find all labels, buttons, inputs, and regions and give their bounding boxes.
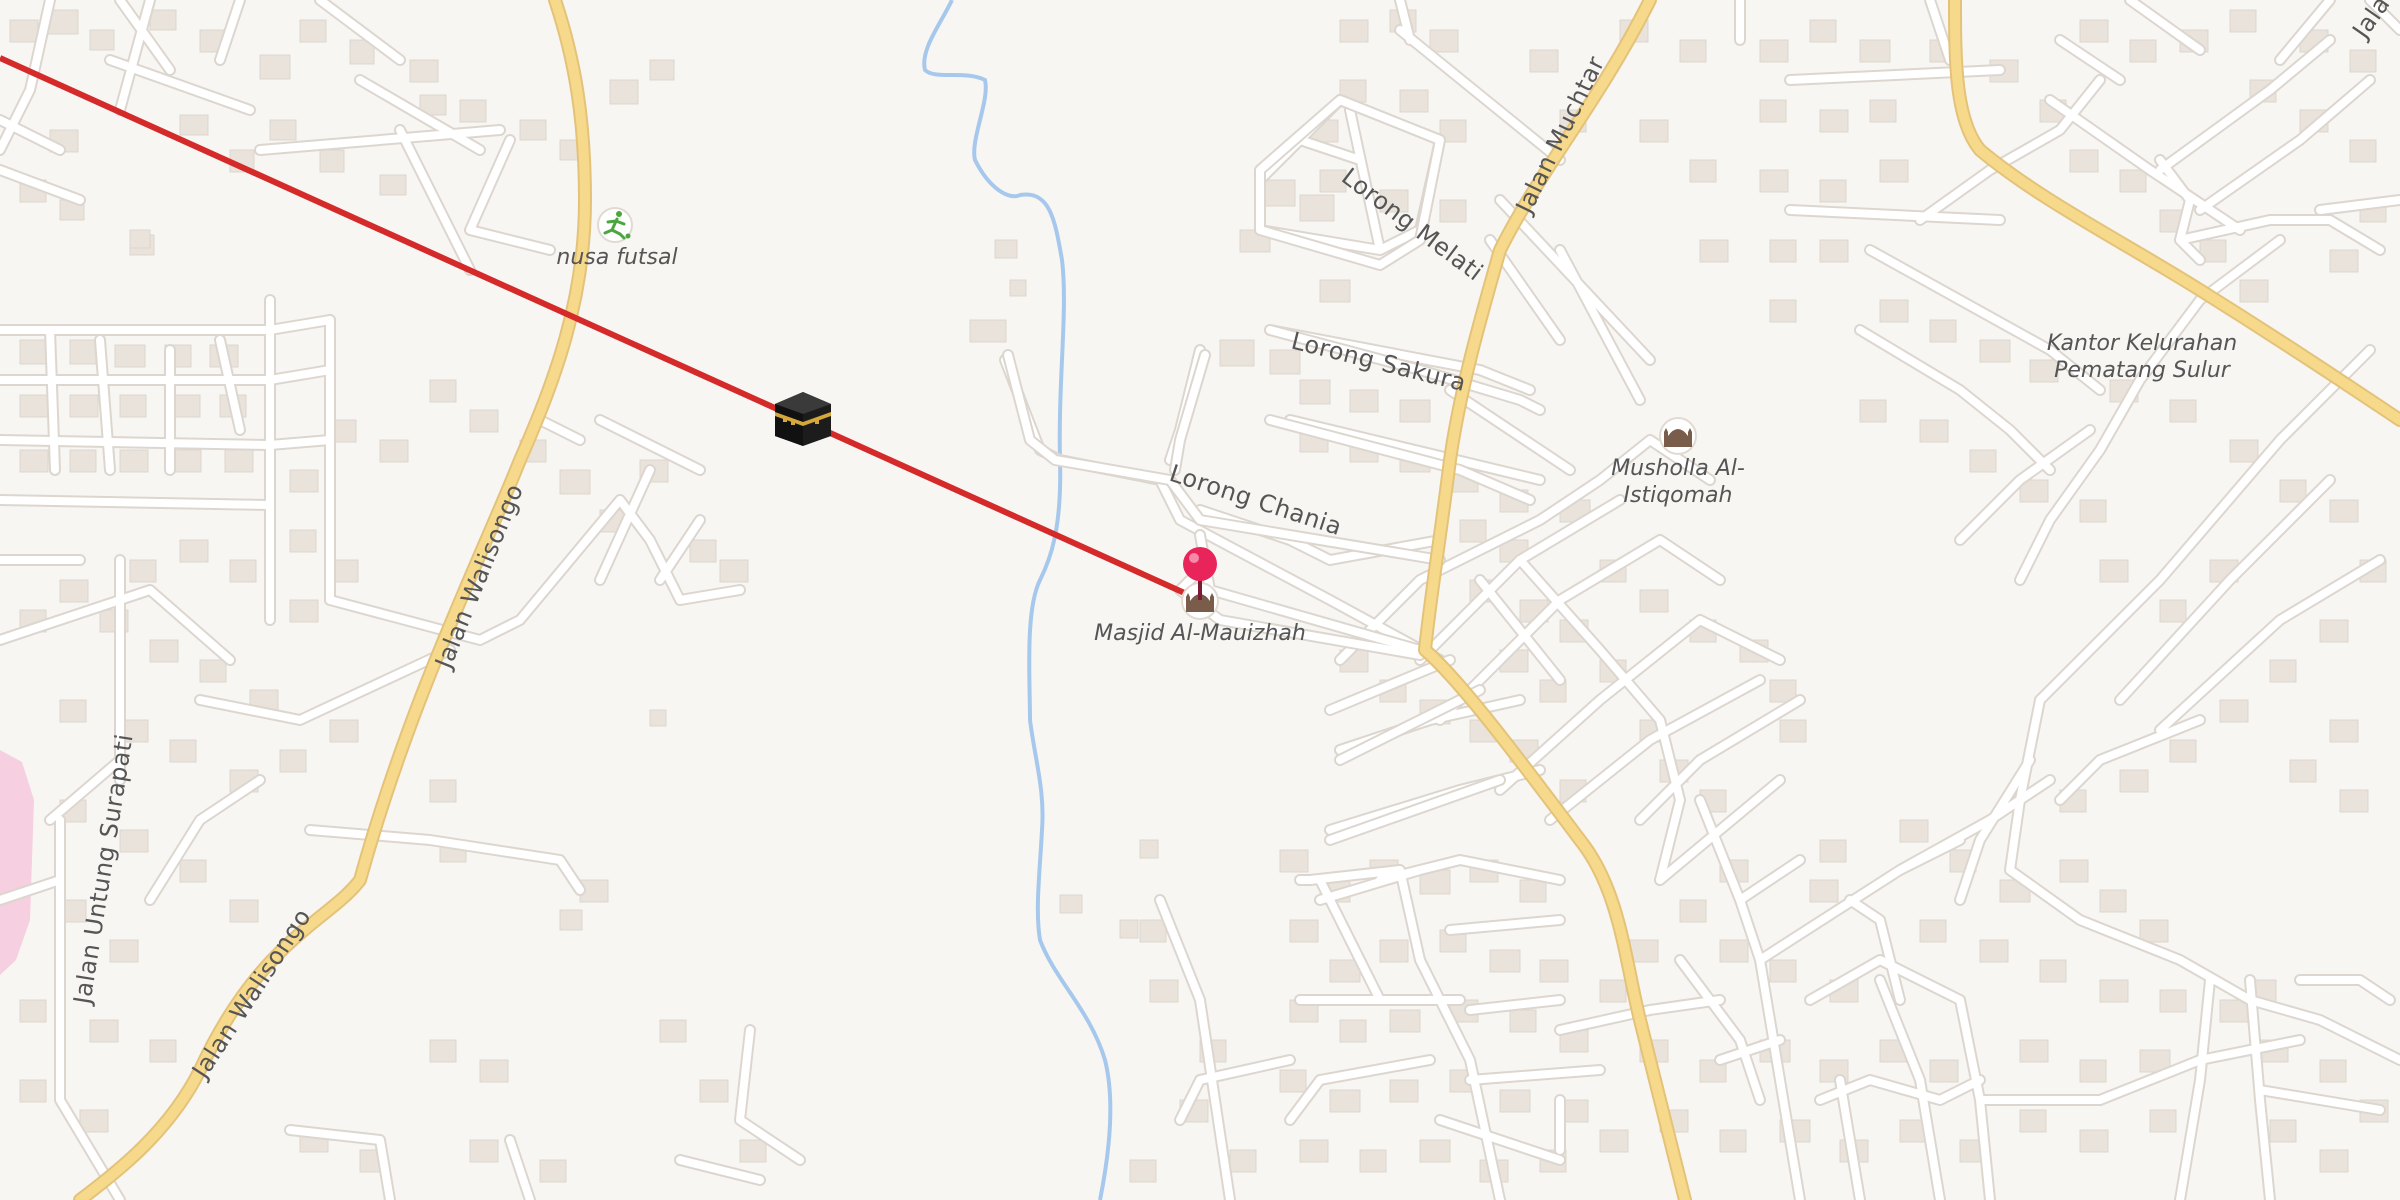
road-label-lorong-melati: Lorong Melati [1336, 162, 1488, 286]
map-canvas[interactable]: Jalan Walisongo Jalan Walisongo Jalan Un… [0, 0, 2400, 1200]
poi-label-musholla-line2: Istiqomah [1624, 483, 1733, 508]
road-label-jalan-walisongo-lower: Jalan Walisongo [185, 904, 316, 1085]
poi-label-nusa-futsal: nusa futsal [556, 245, 677, 270]
poi-label-kantor-line2: Pematang Sulur [2054, 358, 2232, 383]
poi-label-musholla-line1: Musholla Al- [1611, 456, 1745, 481]
pink-area [0, 750, 34, 975]
poi-nusa-futsal[interactable]: nusa futsal [556, 207, 678, 270]
river [922, 0, 1113, 1200]
poi-label-masjid: Masjid Al-Mauizhah [1094, 621, 1306, 646]
kaaba-icon[interactable] [775, 392, 831, 446]
poi-musholla[interactable]: Musholla Al- Istiqomah [1611, 417, 1745, 508]
poi-label-kantor-line1: Kantor Kelurahan [2047, 331, 2237, 356]
